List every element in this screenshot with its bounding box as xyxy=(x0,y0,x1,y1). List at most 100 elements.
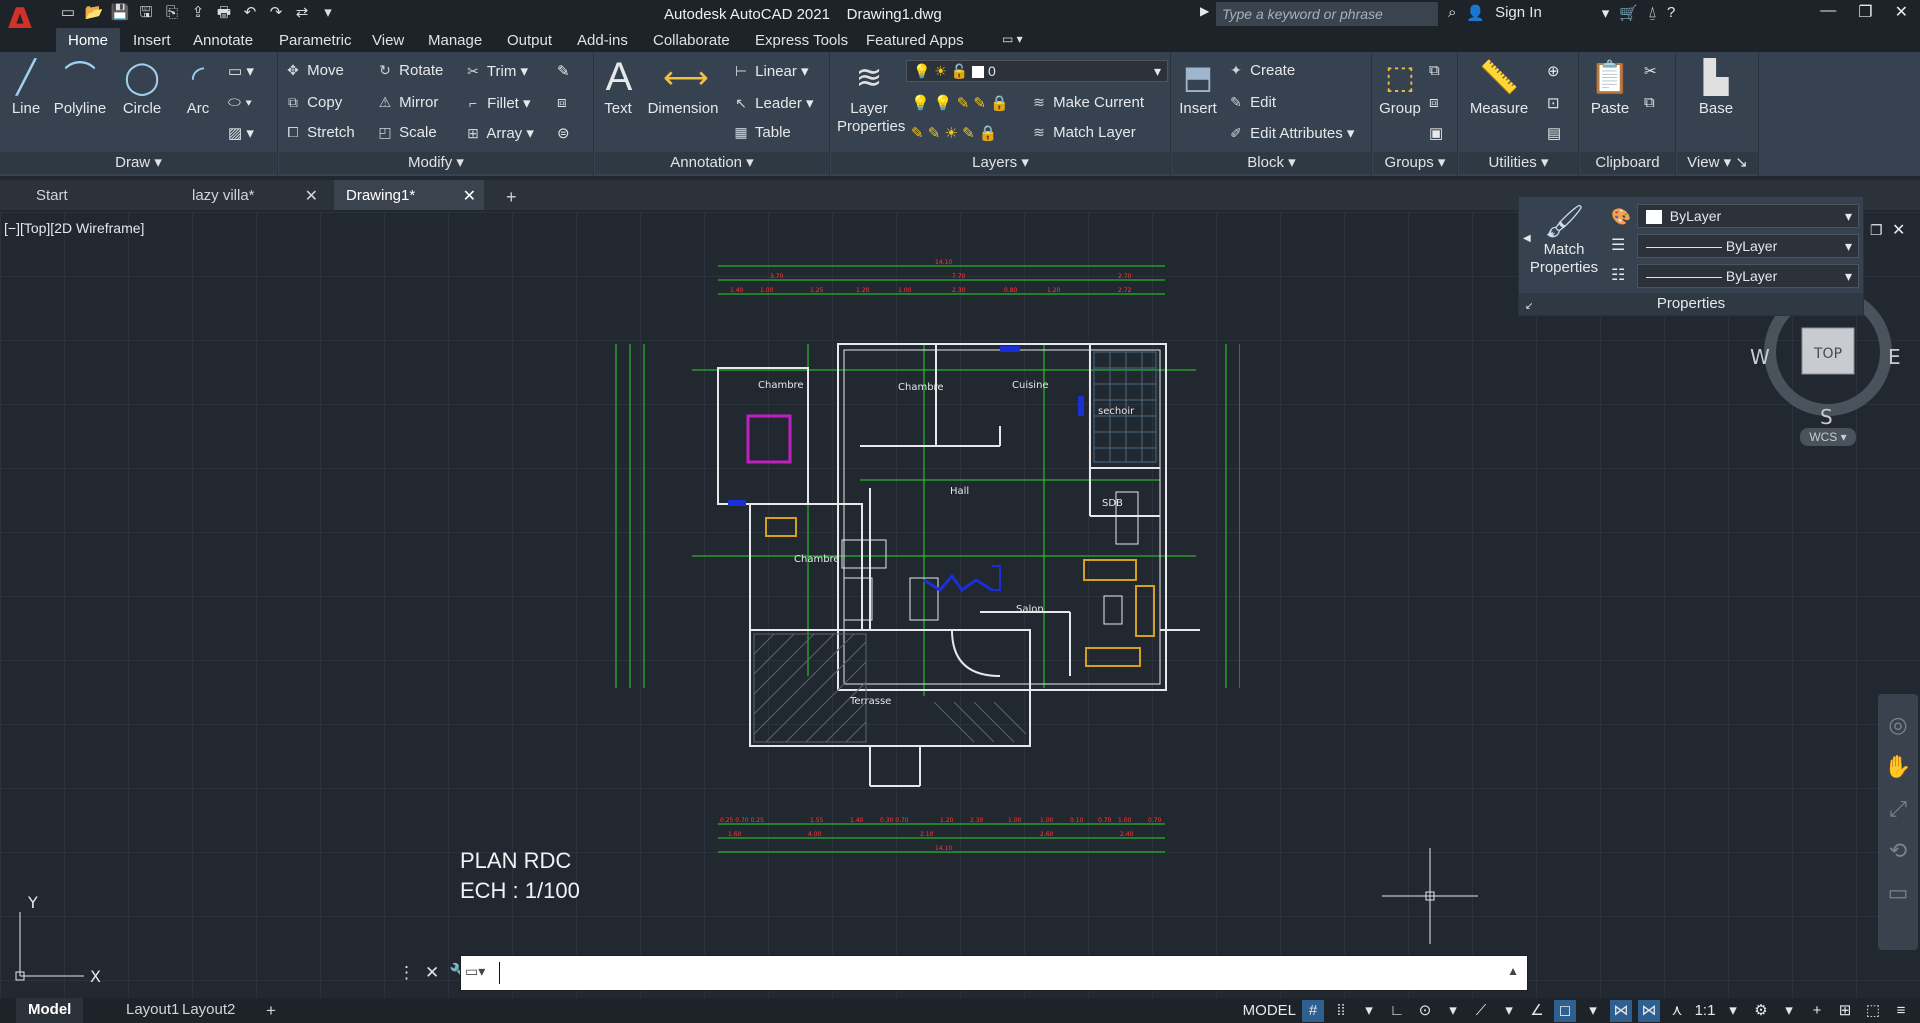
save-to-web-icon[interactable]: ⇪ xyxy=(188,3,208,23)
make-current-button[interactable]: ≋ Make Current xyxy=(1029,94,1144,111)
tab-view[interactable]: View xyxy=(372,32,404,49)
compass-south[interactable]: S xyxy=(1820,405,1833,429)
hardware-acceleration-icon[interactable]: ⊞ xyxy=(1834,1000,1856,1022)
explode-icon[interactable]: ⧈ xyxy=(557,94,567,111)
block-panel-title[interactable]: Block ▾ xyxy=(1172,152,1371,174)
collapse-left-icon[interactable]: ◀ xyxy=(1523,233,1531,244)
calculator-icon[interactable]: ▤ xyxy=(1547,124,1561,142)
layer-properties-button[interactable]: ≋ Layer Properties xyxy=(837,56,905,136)
trim-button[interactable]: ✂ Trim ▾ xyxy=(463,62,528,80)
tab-home[interactable]: Home xyxy=(56,28,121,53)
arc-button[interactable]: ◜ Arc xyxy=(176,56,220,117)
chevron-down-icon[interactable]: ▾ xyxy=(1602,4,1610,22)
groups-panel-title[interactable]: Groups ▾ xyxy=(1373,152,1457,174)
annotation-monitor-icon[interactable]: + xyxy=(1806,1000,1828,1022)
drag-handle-icon[interactable]: ⋮ xyxy=(398,963,415,983)
clean-screen-icon[interactable]: ⬚ xyxy=(1862,1000,1884,1022)
close-tab-icon[interactable]: ✕ xyxy=(305,186,318,206)
snap-icon[interactable]: ⁞⁞ xyxy=(1330,1000,1352,1022)
auto-scale-icon[interactable]: ⋈ xyxy=(1638,999,1660,1022)
model-space-button[interactable]: MODEL xyxy=(1243,1000,1296,1022)
tab-manage[interactable]: Manage xyxy=(428,32,482,49)
properties-panel-title[interactable]: Properties xyxy=(1519,293,1863,315)
command-prompt-icon[interactable]: ▭▾ xyxy=(465,963,485,980)
orbit-icon[interactable]: ⟲ xyxy=(1878,830,1918,872)
redo-icon[interactable]: ↷ xyxy=(266,3,286,23)
copy-clip-icon[interactable]: ⧉ xyxy=(1644,94,1655,111)
minimize-icon[interactable]: — xyxy=(1820,2,1836,22)
edit-block-button[interactable]: ✎ Edit xyxy=(1226,94,1276,111)
table-button[interactable]: ▦ Table xyxy=(731,124,790,141)
draw-panel-title[interactable]: Draw ▾ xyxy=(0,152,277,174)
scale-button[interactable]: ◰ Scale xyxy=(375,124,436,141)
user-icon[interactable]: 👤 xyxy=(1466,4,1485,22)
annotation-scale-menu-icon[interactable]: ▾ xyxy=(1722,1000,1744,1022)
zoom-extents-icon[interactable]: ⤢ xyxy=(1878,788,1918,830)
layer-tools-row2-icons[interactable]: ✎ ✎ ☀ ✎ 🔒 xyxy=(911,124,998,142)
save-icon[interactable]: 💾 xyxy=(110,3,130,23)
compass-west[interactable]: W xyxy=(1750,345,1770,369)
sign-in-link[interactable]: Sign In xyxy=(1495,4,1542,22)
tab-output[interactable]: Output xyxy=(507,32,552,49)
steering-wheel-icon[interactable]: ◎ xyxy=(1878,704,1918,746)
layer-dropdown[interactable]: 💡 ☀ 🔓 0 ▾ xyxy=(906,60,1168,82)
viewcube-top-face[interactable]: TOP xyxy=(1813,346,1842,362)
undo-icon[interactable]: ↶ xyxy=(240,3,260,23)
showmotion-icon[interactable]: ▭ xyxy=(1878,872,1918,914)
linear-button[interactable]: ⊢ Linear ▾ xyxy=(731,62,809,80)
circle-button[interactable]: ◯ Circle xyxy=(118,56,166,117)
open-from-web-icon[interactable]: ⎘ xyxy=(162,3,182,23)
color-dropdown[interactable]: ByLayer ▾ xyxy=(1637,204,1859,228)
workspace-gear-icon[interactable]: ⚙ xyxy=(1750,1000,1772,1022)
dialog-launcher-icon[interactable]: ↙ xyxy=(1525,301,1533,312)
erase-icon[interactable]: ✎ xyxy=(557,62,570,80)
customize-qat-icon[interactable]: ▾ xyxy=(318,3,338,23)
rectangle-icon[interactable]: ▭ ▾ xyxy=(228,62,254,80)
move-button[interactable]: ✥ Move xyxy=(283,62,344,79)
cart-icon[interactable]: 🛒 xyxy=(1619,4,1638,22)
fillet-button[interactable]: ⌐ Fillet ▾ xyxy=(463,94,531,112)
expand-arrow-icon[interactable]: ▶ xyxy=(1200,4,1209,18)
pan-icon[interactable]: ✋ xyxy=(1878,746,1918,788)
measure-button[interactable]: 📏 Measure xyxy=(1467,56,1531,117)
lineweight-dropdown[interactable]: ByLayer ▾ xyxy=(1637,234,1859,258)
restore-panel-icon[interactable]: ❐ xyxy=(1870,222,1883,239)
match-layer-button[interactable]: ≋ Match Layer xyxy=(1029,124,1136,141)
modify-panel-title[interactable]: Modify ▾ xyxy=(279,152,593,174)
open-icon[interactable]: 📂 xyxy=(84,3,104,23)
offset-icon[interactable]: ⊜ xyxy=(557,124,570,142)
hatch-icon[interactable]: ▨ ▾ xyxy=(228,124,254,142)
file-tab-drawing1[interactable]: Drawing1* ✕ xyxy=(334,180,484,210)
stretch-button[interactable]: ⧠ Stretch xyxy=(283,124,354,141)
tab-collaborate[interactable]: Collaborate xyxy=(653,32,730,49)
match-properties-button[interactable]: 🖌 Match Properties xyxy=(1527,203,1601,277)
workspace-menu-icon[interactable]: ▾ xyxy=(1778,1000,1800,1022)
text-button[interactable]: A Text xyxy=(599,56,637,117)
tab-parametric[interactable]: Parametric xyxy=(279,32,352,49)
annotation-visibility-icon[interactable]: ⋈ xyxy=(1610,999,1632,1022)
annotation-scale-value[interactable]: 1:1 xyxy=(1694,1000,1716,1022)
ungroup-icon[interactable]: ⧉ xyxy=(1429,62,1440,79)
drawing-viewport[interactable]: [−][Top][2D Wireframe] 14.10 3.70 7.70 2.7… xyxy=(0,212,1920,998)
array-button[interactable]: ⊞ Array ▾ xyxy=(463,124,534,142)
leader-button[interactable]: ↖ Leader ▾ xyxy=(731,94,813,112)
restore-icon[interactable]: ❐ xyxy=(1858,2,1872,22)
grid-icon[interactable]: # xyxy=(1302,999,1324,1022)
polar-menu-icon[interactable]: ▾ xyxy=(1442,1000,1464,1022)
compass-east[interactable]: E xyxy=(1888,345,1900,369)
object-snap-tracking-icon[interactable]: ∠ xyxy=(1526,1000,1548,1022)
copy-button[interactable]: ⧉ Copy xyxy=(283,94,342,111)
close-panel-icon[interactable]: ✕ xyxy=(1892,220,1905,240)
polar-icon[interactable]: ⊙ xyxy=(1414,1000,1436,1022)
annotation-scale-icon[interactable]: ⋏ xyxy=(1666,1000,1688,1022)
dimension-button[interactable]: ⟷ Dimension xyxy=(645,56,721,117)
layers-panel-title[interactable]: Layers ▾ xyxy=(831,152,1170,174)
viewport-controls[interactable]: [−][Top][2D Wireframe] xyxy=(4,220,144,236)
object-snap-icon[interactable]: ◻ xyxy=(1554,999,1576,1022)
isodraft-menu-icon[interactable]: ▾ xyxy=(1498,1000,1520,1022)
isodraft-icon[interactable]: ⟋ xyxy=(1470,1000,1492,1022)
ortho-icon[interactable]: ∟ xyxy=(1386,1000,1408,1022)
new-icon[interactable]: ▭ xyxy=(58,3,78,23)
rotate-button[interactable]: ↻ Rotate xyxy=(375,62,443,79)
search-input[interactable]: Type a keyword or phrase xyxy=(1216,2,1438,26)
